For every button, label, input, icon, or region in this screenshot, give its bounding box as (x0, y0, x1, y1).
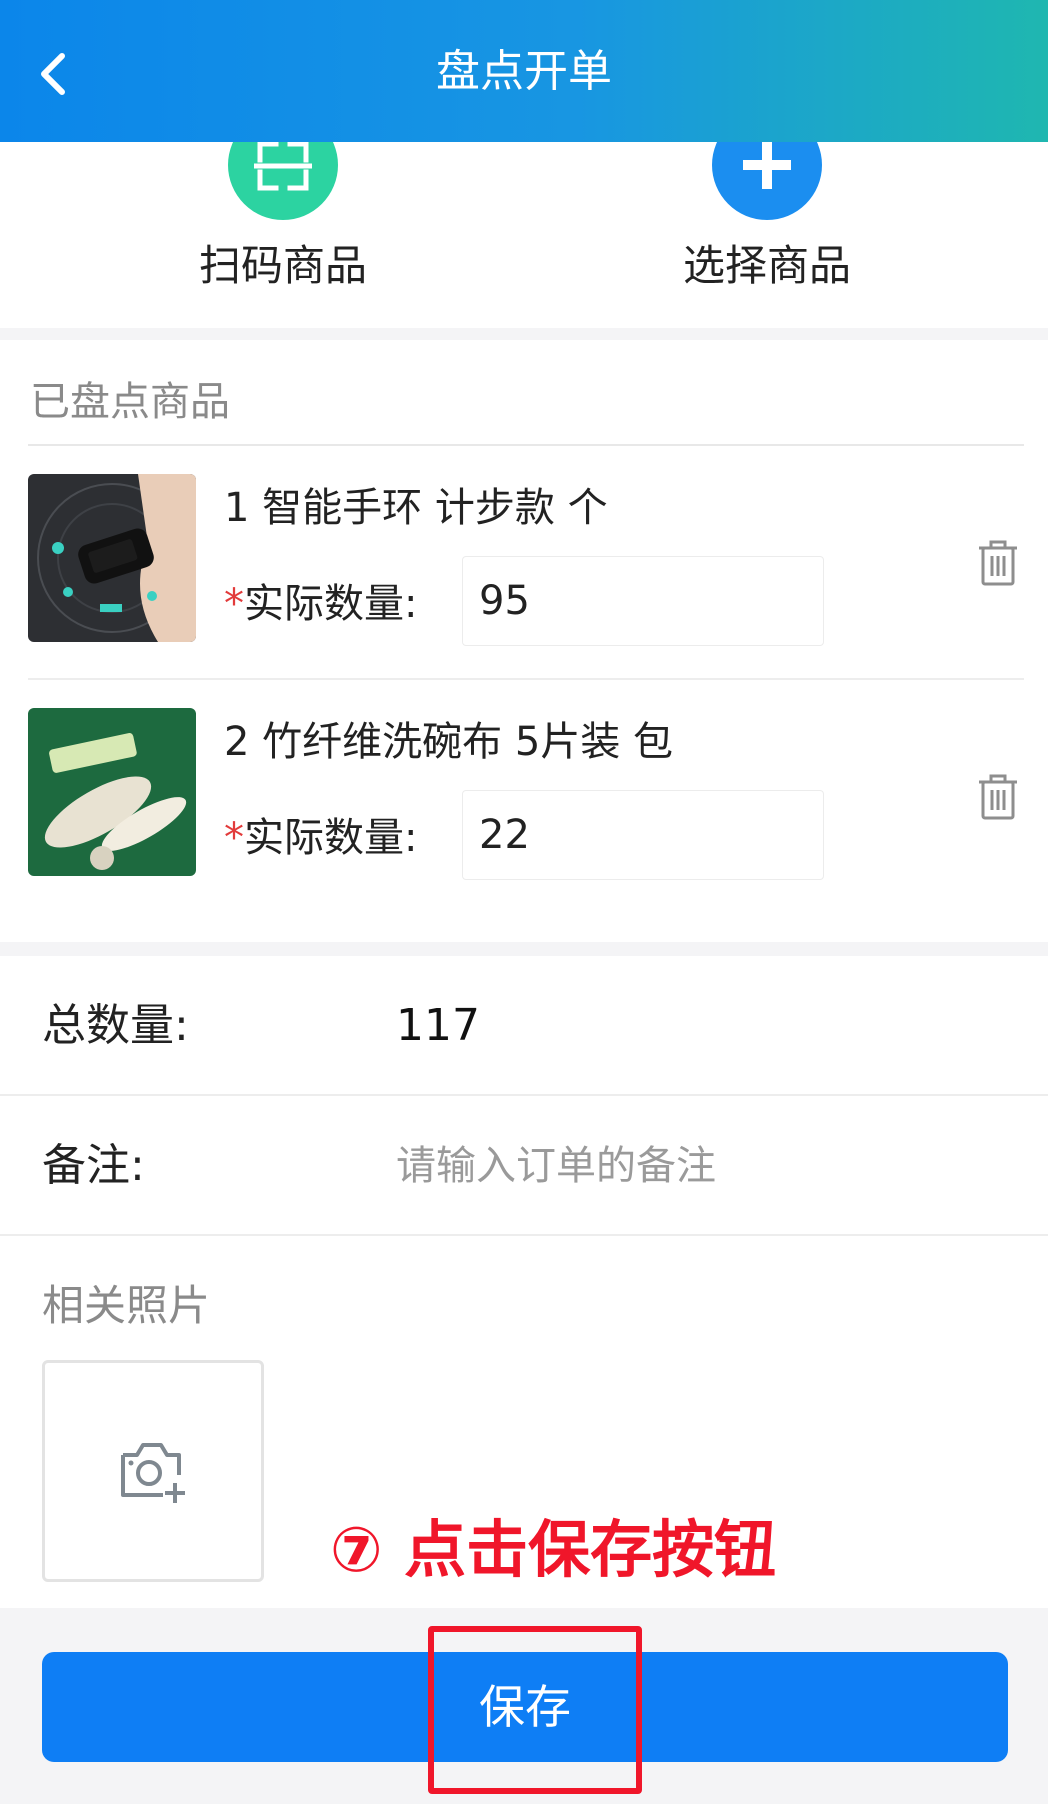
product-name: 1 智能手环 计步款 个 (224, 485, 608, 531)
remark-input[interactable]: 请输入订单的备注 (396, 1138, 716, 1194)
section-title: 已盘点商品 (30, 379, 230, 425)
product-row: 1 智能手环 计步款 个 *实际数量: 95 (0, 446, 1048, 680)
quantity-label-text: 实际数量: (244, 815, 418, 861)
quantity-input[interactable]: 22 (462, 790, 824, 880)
product-row: 2 竹纤维洗碗布 5片装 包 *实际数量: 22 (0, 680, 1048, 914)
instruction-annotation: ⑦ 点击保存按钮 (330, 1513, 777, 1586)
quantity-input[interactable]: 95 (462, 556, 824, 646)
plus-icon (712, 142, 822, 220)
trash-icon (979, 774, 1017, 820)
scan-product-button[interactable]: 扫码商品 (153, 142, 413, 296)
scan-icon (228, 142, 338, 220)
select-product-button[interactable]: 选择商品 (637, 142, 897, 296)
add-photo-button[interactable] (42, 1360, 264, 1582)
smart-band-thumbnail (28, 474, 196, 642)
product-name: 2 竹纤维洗碗布 5片装 包 (224, 719, 674, 765)
remark-label: 备注: (42, 1140, 145, 1191)
scan-product-label: 扫码商品 (198, 241, 367, 290)
counted-products-section: 已盘点商品 1 智能手环 计步款 个 *实际数量: 95 2 竹纤维洗碗布 5片… (0, 340, 1048, 942)
page-title: 盘点开单 (436, 46, 612, 97)
photos-title: 相关照片 (42, 1281, 211, 1330)
remark-row[interactable]: 备注: 请输入订单的备注 (0, 1096, 1048, 1236)
select-product-label: 选择商品 (682, 241, 851, 290)
total-quantity-value: 117 (396, 1000, 480, 1051)
total-quantity-label: 总数量: (42, 1000, 189, 1051)
required-mark: * (224, 815, 244, 861)
product-actions: 扫码商品 选择商品 (0, 142, 1048, 328)
app-header: 盘点开单 (0, 0, 1048, 142)
required-mark: * (224, 581, 244, 627)
quantity-label: *实际数量: (224, 576, 417, 632)
total-quantity-row: 总数量: 117 (0, 956, 1048, 1096)
delete-button[interactable] (976, 772, 1020, 822)
quantity-label: *实际数量: (224, 810, 417, 866)
dish-cloth-thumbnail (28, 708, 196, 876)
highlight-box (428, 1626, 642, 1794)
delete-button[interactable] (976, 538, 1020, 588)
quantity-label-text: 实际数量: (244, 581, 418, 627)
trash-icon (979, 540, 1017, 586)
camera-add-icon (121, 1443, 185, 1503)
